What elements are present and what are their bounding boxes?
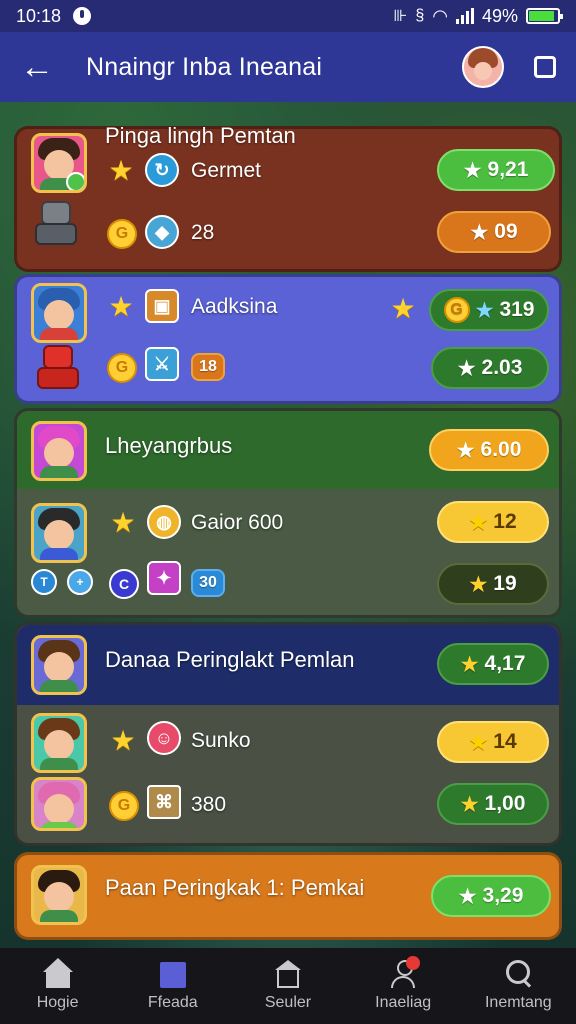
coin-icon: G xyxy=(107,353,137,383)
star-icon: ★ xyxy=(108,291,134,322)
star-icon: ★ xyxy=(390,293,416,324)
map-icon: ⌘ xyxy=(147,785,181,819)
score-pill[interactable]: ★ 1,00 xyxy=(437,783,549,825)
robot-avatar xyxy=(31,199,81,247)
link-icon: § xyxy=(415,7,425,24)
star-icon: ★ xyxy=(470,221,489,244)
player-avatar xyxy=(31,133,87,193)
wave-icon: ↻ xyxy=(145,153,179,187)
back-button[interactable]: ← xyxy=(20,50,66,84)
player-avatar xyxy=(31,635,87,695)
player-avatar xyxy=(31,865,87,925)
page-title: Nnaingr Inba Ineanai xyxy=(86,52,323,81)
player-avatar xyxy=(31,421,87,481)
card-title: Paan Peringkak 1: Pemkai xyxy=(105,875,365,900)
star-icon: ★ xyxy=(457,357,476,380)
robot-avatar xyxy=(33,343,83,391)
score-pill[interactable]: ★ 9,21 xyxy=(437,149,555,191)
coin-icon: G xyxy=(109,791,139,821)
star-icon: ★ xyxy=(110,507,136,538)
nav-search[interactable]: Inemtang xyxy=(468,960,568,1012)
orb-icon: + xyxy=(67,569,93,595)
wing-icon: ✦ xyxy=(147,561,181,595)
search-icon xyxy=(503,960,533,988)
status-bar: 10:18 ⊪ § ◠ 49% xyxy=(0,0,576,32)
leaderboard-card[interactable]: Lheyangrbus ★ 6.00 ★ ◍ Gaior 600 ★ 12 T + … xyxy=(14,408,562,618)
star-icon: ★ xyxy=(456,439,475,462)
star-icon: ★ xyxy=(475,299,494,322)
notification-icon xyxy=(73,7,92,25)
chest-icon: ▣ xyxy=(145,289,179,323)
profile-avatar[interactable] xyxy=(462,46,504,88)
card-title: Danaa Peringlakt Pemlan xyxy=(105,647,355,672)
score-pill[interactable]: ★ 19 xyxy=(437,563,549,605)
nav-home[interactable]: Hogie xyxy=(8,958,108,1012)
status-time: 10:18 xyxy=(16,5,62,26)
feed-icon xyxy=(158,960,188,988)
star-icon: ★ xyxy=(460,793,479,816)
character-icon: ☺ xyxy=(147,721,181,755)
sword-icon: ⚔ xyxy=(145,347,179,381)
home-icon xyxy=(42,958,73,988)
star-icon: ★ xyxy=(469,731,488,754)
shield-icon: T xyxy=(31,569,57,595)
player-avatar xyxy=(31,713,87,773)
card-title: Pinga lingh Pemtan xyxy=(105,123,296,148)
badge-icon xyxy=(66,172,84,190)
gem-icon: ◆ xyxy=(145,215,179,249)
level-badge: 18 xyxy=(191,353,225,381)
row-label: 28 xyxy=(191,221,215,244)
nav-profile[interactable]: Inaeliag xyxy=(353,956,453,1012)
shop-icon xyxy=(273,960,303,988)
player-avatar xyxy=(31,283,87,343)
leaderboard-card[interactable]: Paan Peringkak 1: Pemkai ★ 3,29 xyxy=(14,852,562,940)
star-icon: ★ xyxy=(469,573,488,596)
star-icon: ★ xyxy=(460,653,479,676)
score-pill[interactable]: ★ 6.00 xyxy=(429,429,549,471)
row-label: Gaior 600 xyxy=(191,511,284,534)
player-avatar xyxy=(31,777,87,831)
battery-text: 49% xyxy=(481,5,518,26)
star-icon: ★ xyxy=(110,725,136,756)
leaderboard-card[interactable]: ★ ▣ Aadksina ★ G ★ 319 G ⚔ 18 ★ 2.03 xyxy=(14,274,562,404)
vibrate-icon: ⊪ xyxy=(393,8,408,25)
row-label: Germet xyxy=(191,159,262,182)
coin-icon: G xyxy=(443,297,470,323)
card-title: Lheyangrbus xyxy=(105,433,233,458)
nav-shop[interactable]: Seuler xyxy=(238,960,338,1012)
star-icon: ★ xyxy=(469,511,488,534)
leaderboard-card[interactable]: Pinga lingh Pemtan ★ ↻ Germet ★ 9,21 G ◆ … xyxy=(14,123,562,272)
app-bar: ← Nnaingr Inba Ineanai xyxy=(0,32,576,102)
score-pill[interactable]: ★ 09 xyxy=(437,211,551,253)
score-pill[interactable]: ★ 2.03 xyxy=(431,347,549,389)
row-label: 380 xyxy=(191,793,227,816)
leaderboard-card[interactable]: Danaa Peringlakt Pemlan ★ 4,17 ★ ☺ Sunko … xyxy=(14,622,562,846)
score-pill[interactable]: ★ 14 xyxy=(437,721,549,763)
coin-bag-icon: ◍ xyxy=(147,505,181,539)
score-pill[interactable]: ★ 3,29 xyxy=(431,875,551,917)
window-square-icon[interactable] xyxy=(534,56,556,78)
person-icon xyxy=(388,956,421,988)
wifi-icon: ◠ xyxy=(432,5,448,26)
score-pill[interactable]: G ★ 319 xyxy=(429,289,549,331)
signal-icon xyxy=(455,8,474,24)
row-label: Sunko xyxy=(191,729,251,752)
star-icon: ★ xyxy=(108,155,134,186)
notification-dot xyxy=(406,956,421,970)
row-label: Aadksina xyxy=(191,295,278,318)
bottom-navigation: Hogie Ffeada Seuler Inaeliag Inemtang xyxy=(0,948,576,1024)
compass-icon: C xyxy=(109,569,139,599)
nav-feed[interactable]: Ffeada xyxy=(123,960,223,1012)
level-badge: 30 xyxy=(191,569,225,597)
score-pill[interactable]: ★ 4,17 xyxy=(437,643,549,685)
player-avatar xyxy=(31,503,87,563)
coin-icon: G xyxy=(107,219,137,249)
star-icon: ★ xyxy=(458,885,477,908)
score-pill[interactable]: ★ 12 xyxy=(437,501,549,543)
battery-icon xyxy=(526,8,563,24)
star-icon: ★ xyxy=(463,159,482,182)
